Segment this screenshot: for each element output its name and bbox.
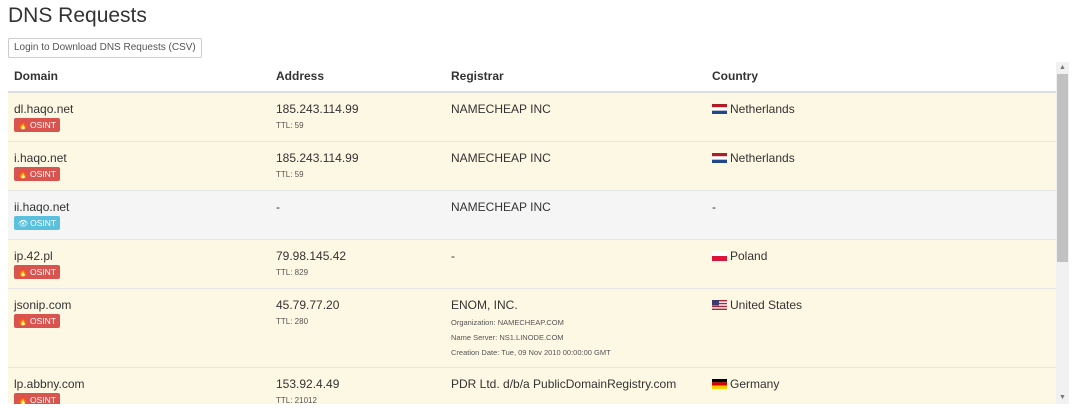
dns-requests-table: Domain Address Registrar Country dl.haqo… xyxy=(8,62,1056,404)
column-header-address[interactable]: Address xyxy=(276,69,324,83)
domain-name: ip.42.pl xyxy=(14,249,53,263)
table-row: ii.haqo.net 👁 OSINT - NAMECHEAP INC - xyxy=(8,191,1056,240)
fire-icon: 🔥 xyxy=(18,268,28,277)
netherlands-flag-icon xyxy=(712,153,727,163)
ip-address: 185.243.114.99 xyxy=(276,151,359,165)
ip-address: - xyxy=(276,200,280,214)
download-csv-button[interactable]: Login to Download DNS Requests (CSV) xyxy=(8,38,202,58)
fire-icon: 🔥 xyxy=(18,396,28,404)
ip-address: 79.98.145.42 xyxy=(276,249,347,263)
table-header: Domain Address Registrar Country xyxy=(8,62,1056,93)
country-name: - xyxy=(712,200,716,214)
vertical-scrollbar[interactable]: ▲ ▼ xyxy=(1056,62,1069,404)
registrar-creation-date: Creation Date: Tue, 09 Nov 2010 00:00:00… xyxy=(451,348,611,357)
registrar-name: NAMECHEAP INC xyxy=(451,102,551,116)
country-name: Netherlands xyxy=(730,102,795,116)
domain-name: jsonip.com xyxy=(14,298,72,312)
osint-badge[interactable]: 🔥 OSINT xyxy=(14,393,60,404)
table-row: ip.42.pl 🔥 OSINT 79.98.145.42 TTL: 829 - … xyxy=(8,240,1056,289)
registrar-name: PDR Ltd. d/b/a PublicDomainRegistry.com xyxy=(451,377,677,391)
ip-address: 185.243.114.99 xyxy=(276,102,359,116)
country-name: Netherlands xyxy=(730,151,795,165)
fire-icon: 🔥 xyxy=(18,317,28,326)
united-states-flag-icon xyxy=(712,300,727,310)
fire-icon: 🔥 xyxy=(18,170,28,179)
germany-flag-icon xyxy=(712,379,727,389)
ip-address: 153.92.4.49 xyxy=(276,377,340,391)
domain-name: i.haqo.net xyxy=(14,151,67,165)
poland-flag-icon xyxy=(712,251,727,261)
column-header-domain[interactable]: Domain xyxy=(14,69,58,83)
osint-badge[interactable]: 👁 OSINT xyxy=(14,216,61,230)
netherlands-flag-icon xyxy=(712,104,727,114)
country-name: Germany xyxy=(730,377,780,391)
column-header-registrar[interactable]: Registrar xyxy=(451,69,504,83)
ttl-value: TTL: 59 xyxy=(276,121,304,130)
registrar-name: NAMECHEAP INC xyxy=(451,200,551,214)
page-title: DNS Requests xyxy=(8,4,147,27)
osint-badge[interactable]: 🔥 OSINT xyxy=(14,167,60,181)
table-row: lp.abbny.com 🔥 OSINT 153.92.4.49 TTL: 210… xyxy=(8,368,1056,404)
triangle-down-icon[interactable]: ▼ xyxy=(1056,392,1069,404)
eye-icon: 👁 xyxy=(18,219,29,228)
ttl-value: TTL: 280 xyxy=(276,317,309,326)
table-row: i.haqo.net 🔥 OSINT 185.243.114.99 TTL: 59… xyxy=(8,142,1056,191)
domain-name: lp.abbny.com xyxy=(14,377,85,391)
osint-badge[interactable]: 🔥 OSINT xyxy=(14,314,60,328)
table-row: dl.haqo.net 🔥 OSINT 185.243.114.99 TTL: 5… xyxy=(8,93,1056,142)
ttl-value: TTL: 829 xyxy=(276,268,309,277)
scrollbar-thumb[interactable] xyxy=(1057,74,1068,262)
triangle-up-icon[interactable]: ▲ xyxy=(1056,62,1069,74)
ttl-value: TTL: 21012 xyxy=(276,396,317,404)
table-row: jsonip.com 🔥 OSINT 45.79.77.20 TTL: 280 E… xyxy=(8,289,1056,368)
domain-name: dl.haqo.net xyxy=(14,102,74,116)
registrar-name: NAMECHEAP INC xyxy=(451,151,551,165)
osint-badge[interactable]: 🔥 OSINT xyxy=(14,118,60,132)
ttl-value: TTL: 59 xyxy=(276,170,304,179)
domain-name: ii.haqo.net xyxy=(14,200,70,214)
country-name: United States xyxy=(730,298,803,312)
fire-icon: 🔥 xyxy=(18,121,28,130)
country-name: Poland xyxy=(730,249,768,263)
ip-address: 45.79.77.20 xyxy=(276,298,340,312)
registrar-name: - xyxy=(451,249,455,263)
osint-badge[interactable]: 🔥 OSINT xyxy=(14,265,60,279)
registrar-name-server: Name Server: NS1.LINODE.COM xyxy=(451,333,564,342)
registrar-name: ENOM, INC. xyxy=(451,298,518,312)
registrar-organization: Organization: NAMECHEAP.COM xyxy=(451,318,564,327)
column-header-country[interactable]: Country xyxy=(712,69,758,83)
